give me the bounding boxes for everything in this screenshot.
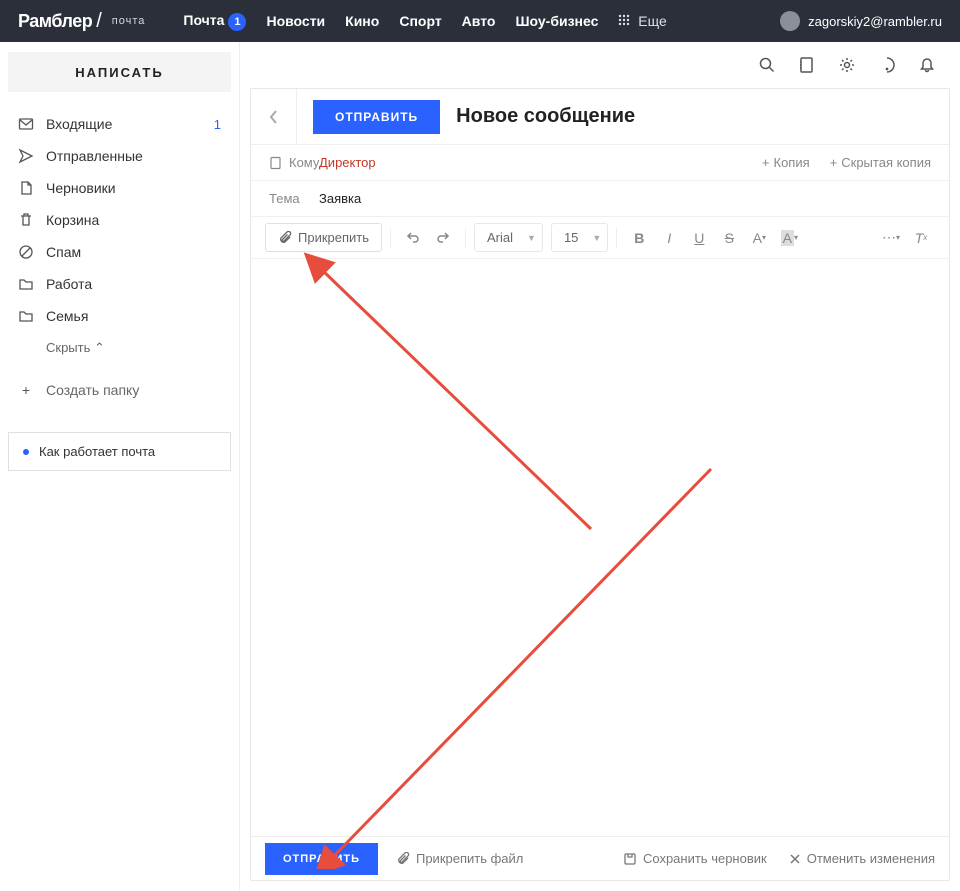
folder-family[interactable]: Семья	[8, 302, 231, 330]
nav-news[interactable]: Новости	[266, 13, 325, 29]
annotation-arrow-2	[301, 459, 721, 869]
editor-toolbar: Прикрепить Arial▼ 15▼ B I U S A▾ A▾ ⋯▾ T…	[251, 217, 949, 259]
font-size-select[interactable]: 15▼	[551, 223, 608, 252]
topbar: Рамблер/ почта Почта1 Новости Кино Спорт…	[0, 0, 960, 42]
file-icon	[18, 180, 34, 196]
text-color-button[interactable]: A▾	[745, 224, 773, 252]
folder-icon	[18, 276, 34, 292]
save-draft-link[interactable]: Сохранить черновик	[623, 851, 767, 866]
envelope-icon	[18, 116, 34, 132]
dot-icon	[23, 449, 29, 455]
bcc-button[interactable]: + Скрытая копия	[830, 155, 931, 170]
italic-button[interactable]: I	[655, 224, 683, 252]
send-button[interactable]: ОТПРАВИТЬ	[313, 100, 440, 134]
compose-panel: ОТПРАВИТЬ Новое сообщение Кому Директор …	[250, 88, 950, 881]
bottom-attach-link[interactable]: Прикрепить файл	[396, 851, 523, 866]
nav-more[interactable]: Еще	[618, 13, 666, 29]
folder-label: Черновики	[46, 180, 116, 196]
redo-button[interactable]	[429, 224, 457, 252]
compose-button[interactable]: НАПИСАТЬ	[8, 52, 231, 92]
sent-icon	[18, 148, 34, 164]
apps-grid-icon	[618, 14, 630, 26]
bold-button[interactable]: B	[625, 224, 653, 252]
cc-button[interactable]: + Копия	[762, 155, 810, 170]
search-icon[interactable]	[758, 56, 776, 74]
bottom-send-button[interactable]: ОТПРАВИТЬ	[265, 843, 378, 875]
folder-label: Входящие	[46, 116, 112, 132]
hide-folders-link[interactable]: Скрыть ⌃	[8, 334, 231, 362]
contacts-icon[interactable]	[798, 56, 816, 74]
folder-label: Корзина	[46, 212, 99, 228]
strike-button[interactable]: S	[715, 224, 743, 252]
font-family-select[interactable]: Arial▼	[474, 223, 543, 252]
editor-body[interactable]	[251, 259, 949, 836]
subject-value[interactable]: Заявка	[319, 191, 361, 206]
top-nav: Почта1 Новости Кино Спорт Авто Шоу-бизне…	[183, 12, 666, 31]
folder-spam[interactable]: Спам	[8, 238, 231, 266]
help-link[interactable]: Как работает почта	[8, 432, 231, 471]
gear-icon[interactable]	[838, 56, 856, 74]
mail-badge: 1	[228, 13, 246, 31]
folder-label: Семья	[46, 308, 88, 324]
clear-formatting-button[interactable]: Tx	[907, 224, 935, 252]
bg-color-button[interactable]: A▾	[775, 224, 803, 252]
logo: Рамблер	[18, 11, 92, 32]
subject-label: Тема	[269, 191, 319, 206]
utility-row	[240, 42, 960, 88]
paperclip-icon	[278, 231, 292, 245]
logo-subtitle: почта	[112, 15, 146, 27]
contacts-icon	[269, 156, 283, 170]
avatar[interactable]	[780, 11, 800, 31]
folder-label: Работа	[46, 276, 92, 292]
folder-trash[interactable]: Корзина	[8, 206, 231, 234]
folder-label: Отправленные	[46, 148, 143, 164]
chevron-up-icon: ⌃	[94, 340, 105, 355]
inbox-count: 1	[214, 117, 221, 132]
nav-cinema[interactable]: Кино	[345, 13, 379, 29]
folder-sent[interactable]: Отправленные	[8, 142, 231, 170]
nav-mail[interactable]: Почта1	[183, 12, 246, 31]
create-folder-link[interactable]: + Создать папку	[8, 376, 231, 404]
main-area: ОТПРАВИТЬ Новое сообщение Кому Директор …	[240, 42, 960, 891]
folder-work[interactable]: Работа	[8, 270, 231, 298]
compose-title: Новое сообщение	[456, 105, 635, 128]
save-icon	[623, 852, 637, 866]
paperclip-icon	[396, 852, 410, 866]
nav-sport[interactable]: Спорт	[399, 13, 441, 29]
trash-icon	[18, 212, 34, 228]
more-formatting-button[interactable]: ⋯▾	[877, 224, 905, 252]
close-icon	[789, 853, 801, 865]
undo-button[interactable]	[399, 224, 427, 252]
back-button[interactable]	[251, 89, 297, 144]
plus-icon: +	[18, 382, 34, 398]
to-label: Кому	[269, 155, 319, 170]
user-email[interactable]: zagorskiy2@rambler.ru	[808, 14, 942, 29]
sidebar: НАПИСАТЬ Входящие 1 Отправленные Чернови…	[0, 42, 240, 891]
underline-button[interactable]: U	[685, 224, 713, 252]
folder-inbox[interactable]: Входящие 1	[8, 110, 231, 138]
folder-drafts[interactable]: Черновики	[8, 174, 231, 202]
bell-icon[interactable]	[918, 56, 936, 74]
folder-icon	[18, 308, 34, 324]
annotation-arrow-1	[301, 249, 601, 539]
nav-auto[interactable]: Авто	[462, 13, 496, 29]
cancel-link[interactable]: Отменить изменения	[789, 851, 935, 866]
help-icon[interactable]	[878, 56, 896, 74]
nav-showbiz[interactable]: Шоу-бизнес	[515, 13, 598, 29]
compose-bottom-bar: ОТПРАВИТЬ Прикрепить файл Сохранить черн…	[251, 836, 949, 880]
folder-label: Спам	[46, 244, 81, 260]
to-value[interactable]: Директор	[319, 155, 376, 170]
spam-icon	[18, 244, 34, 260]
attach-button[interactable]: Прикрепить	[265, 223, 382, 252]
